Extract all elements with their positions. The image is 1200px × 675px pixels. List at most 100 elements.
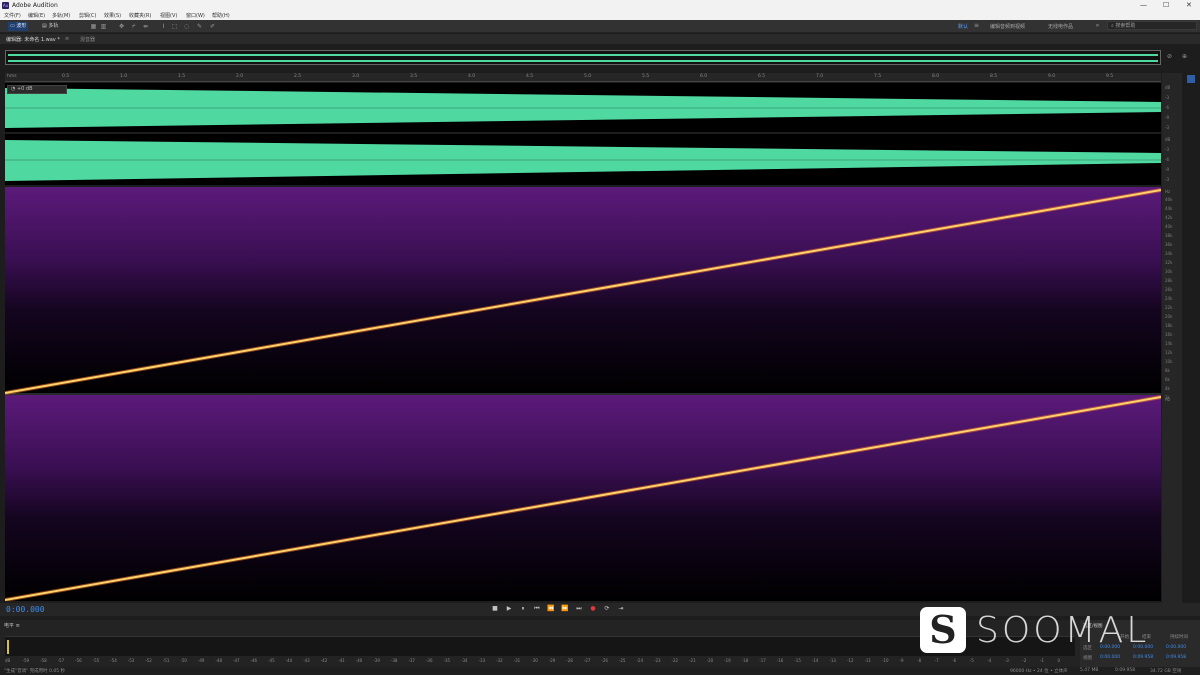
close-window-button[interactable]: ✕ [1186,1,1192,9]
db-scale-label: -31 [513,658,521,663]
skip-button[interactable]: ⇥ [617,605,625,613]
amp-label: -9 [1165,115,1169,120]
zoom-out-full-icon[interactable]: ⊘ [1166,53,1173,60]
go-to-start-button[interactable]: ⏮ [533,605,541,613]
paintbrush-tool-icon[interactable]: ✎ [196,23,203,30]
spectral-toggle-icon[interactable] [1187,75,1195,83]
minimize-button[interactable]: — [1140,1,1147,9]
workspace-menu-icon[interactable]: ≡ [973,22,980,29]
search-help-input[interactable]: ⌕ 搜索帮助 [1107,21,1197,30]
freq-label: 32k [1165,260,1173,265]
marquee-tool-icon[interactable]: ⬚ [171,23,178,30]
workspace-radio-production[interactable]: 无线电作品 [1048,23,1073,30]
amp-label: -3 [1165,95,1169,100]
db-scale-label: -24 [636,658,644,663]
freq-label: 34k [1165,251,1173,256]
menu-favorites[interactable]: 收藏夹(R) [129,12,151,19]
record-button[interactable]: ● [589,605,597,613]
menu-clip[interactable]: 剪辑(C) [79,12,96,19]
ruler-label: 1.5 [178,74,186,79]
multitrack-view-button[interactable]: ▤ 多轨 [40,22,60,31]
spectral-frequency-display[interactable] [4,187,1162,602]
menu-view[interactable]: 视图(V) [160,12,177,19]
status-bar: "生成"音调" 完成用时 0.05 秒 96000 Hz • 24 位 • 立体… [0,667,1200,675]
menu-file[interactable]: 文件(F) [4,12,21,19]
razor-tool-icon[interactable]: ⌿ [130,23,137,30]
vertical-zoom-bar[interactable] [1183,73,1200,603]
tab-mixer[interactable]: 混音器 [80,36,95,43]
menu-effects[interactable]: 效果(S) [104,12,121,19]
move-tool-icon[interactable]: ✥ [118,23,125,30]
amp-label: -3 [1165,125,1169,130]
pause-button[interactable]: ⏸ [519,605,527,613]
go-to-end-button[interactable]: ⏭ [575,605,583,613]
lasso-tool-icon[interactable]: ◌ [183,23,190,30]
db-scale-label: -19 [724,658,731,663]
current-time-display[interactable]: 0:00.000 [6,605,45,614]
amp-label: -9 [1165,167,1169,172]
time-ruler[interactable]: hms 0.5 1.0 1.5 2.0 2.5 3.0 3.5 4.0 4.5 … [5,73,1161,82]
vertical-scale[interactable]: dB -3 -6 -9 -3 dB -3 -6 -9 -3 Hz 46k 44k… [1162,73,1182,603]
time-selection-tool-icon[interactable]: I [160,23,167,30]
spectral-pitch-icon[interactable]: ▥ [100,23,107,30]
watermark-text: SOOMAL [976,610,1150,651]
tab-editor[interactable]: 编辑器: 未命名 1.wav * [6,36,60,43]
ruler-label: 3.5 [410,74,418,79]
workspace-default[interactable]: 默认 [958,23,968,30]
db-scale-label: -30 [531,658,538,663]
workspace-edit-audio-to-video[interactable]: 编辑音频到视频 [990,23,1025,30]
freq-label: 26k [1165,287,1173,292]
hud-volume-control[interactable]: ◔ +0 dB [7,85,67,94]
file-duration: 0:09.958 [1115,668,1136,673]
db-scale-label: -26 [601,658,608,663]
loop-button[interactable]: ⟳ [603,605,611,613]
multitrack-label: 多轨 [48,23,59,29]
more-workspaces-icon[interactable]: » [1094,22,1101,29]
menu-edit[interactable]: 编辑(E) [28,12,45,19]
menu-help[interactable]: 帮助(H) [212,12,230,19]
stop-button[interactable]: ■ [491,605,499,613]
db-scale-label: -33 [478,658,486,663]
db-scale-label: -53 [127,658,135,663]
db-scale-label: -2 [1022,658,1027,663]
spot-healing-tool-icon[interactable]: ✐ [209,23,216,30]
waveform-overview[interactable] [5,50,1161,65]
overview-wave-right [8,60,1158,62]
menu-window[interactable]: 窗口(W) [186,12,205,19]
slip-tool-icon[interactable]: ⇹ [142,23,149,30]
maximize-button[interactable]: ☐ [1163,1,1169,9]
db-scale-label: -29 [548,658,556,663]
level-meter-peak [7,640,9,654]
menu-multitrack[interactable]: 多轨(M) [52,12,70,19]
db-scale-label: -50 [180,658,187,663]
db-scale-label: -54 [110,658,117,663]
sample-format: 96000 Hz • 24 位 • 立体声 [1010,669,1068,674]
freq-label: 44k [1165,206,1173,211]
freq-label: 6k [1165,377,1170,382]
play-button[interactable]: ▶ [505,605,513,613]
waveform-right-channel [5,140,1161,181]
editor-panel-header: 编辑器: 未命名 1.wav * ≡ 混音器 [0,34,1200,44]
ruler-label: 2.0 [236,74,244,79]
db-scale-label: -14 [811,658,819,663]
db-scale-label: -15 [794,658,801,663]
freq-label: 10k [1165,359,1173,364]
spectral-frequency-icon[interactable]: ▦ [90,23,97,30]
ruler-label: 1.0 [120,74,128,79]
ruler-label: 8.0 [932,74,940,79]
ruler-label: 9.0 [1048,74,1056,79]
search-placeholder: 搜索帮助 [1115,23,1136,29]
fast-forward-button[interactable]: ⏩ [561,605,569,613]
rewind-button[interactable]: ⏪ [547,605,555,613]
tab-menu-icon[interactable]: ≡ [65,36,69,42]
waveform-view-button[interactable]: ▭ 波形 [8,22,29,31]
db-scale-label: -44 [285,658,293,663]
db-scale-label: -5 [969,658,974,663]
zoom-in-full-icon[interactable]: ⊕ [1181,53,1188,60]
db-scale-label: -17 [759,658,766,663]
db-scale-label: -48 [215,658,223,663]
amp-label: -6 [1165,157,1169,162]
db-scale-label: -12 [846,658,854,663]
freq-label: 4k [1165,386,1170,391]
waveform-display[interactable]: ◔ +0 dB [5,83,1161,185]
